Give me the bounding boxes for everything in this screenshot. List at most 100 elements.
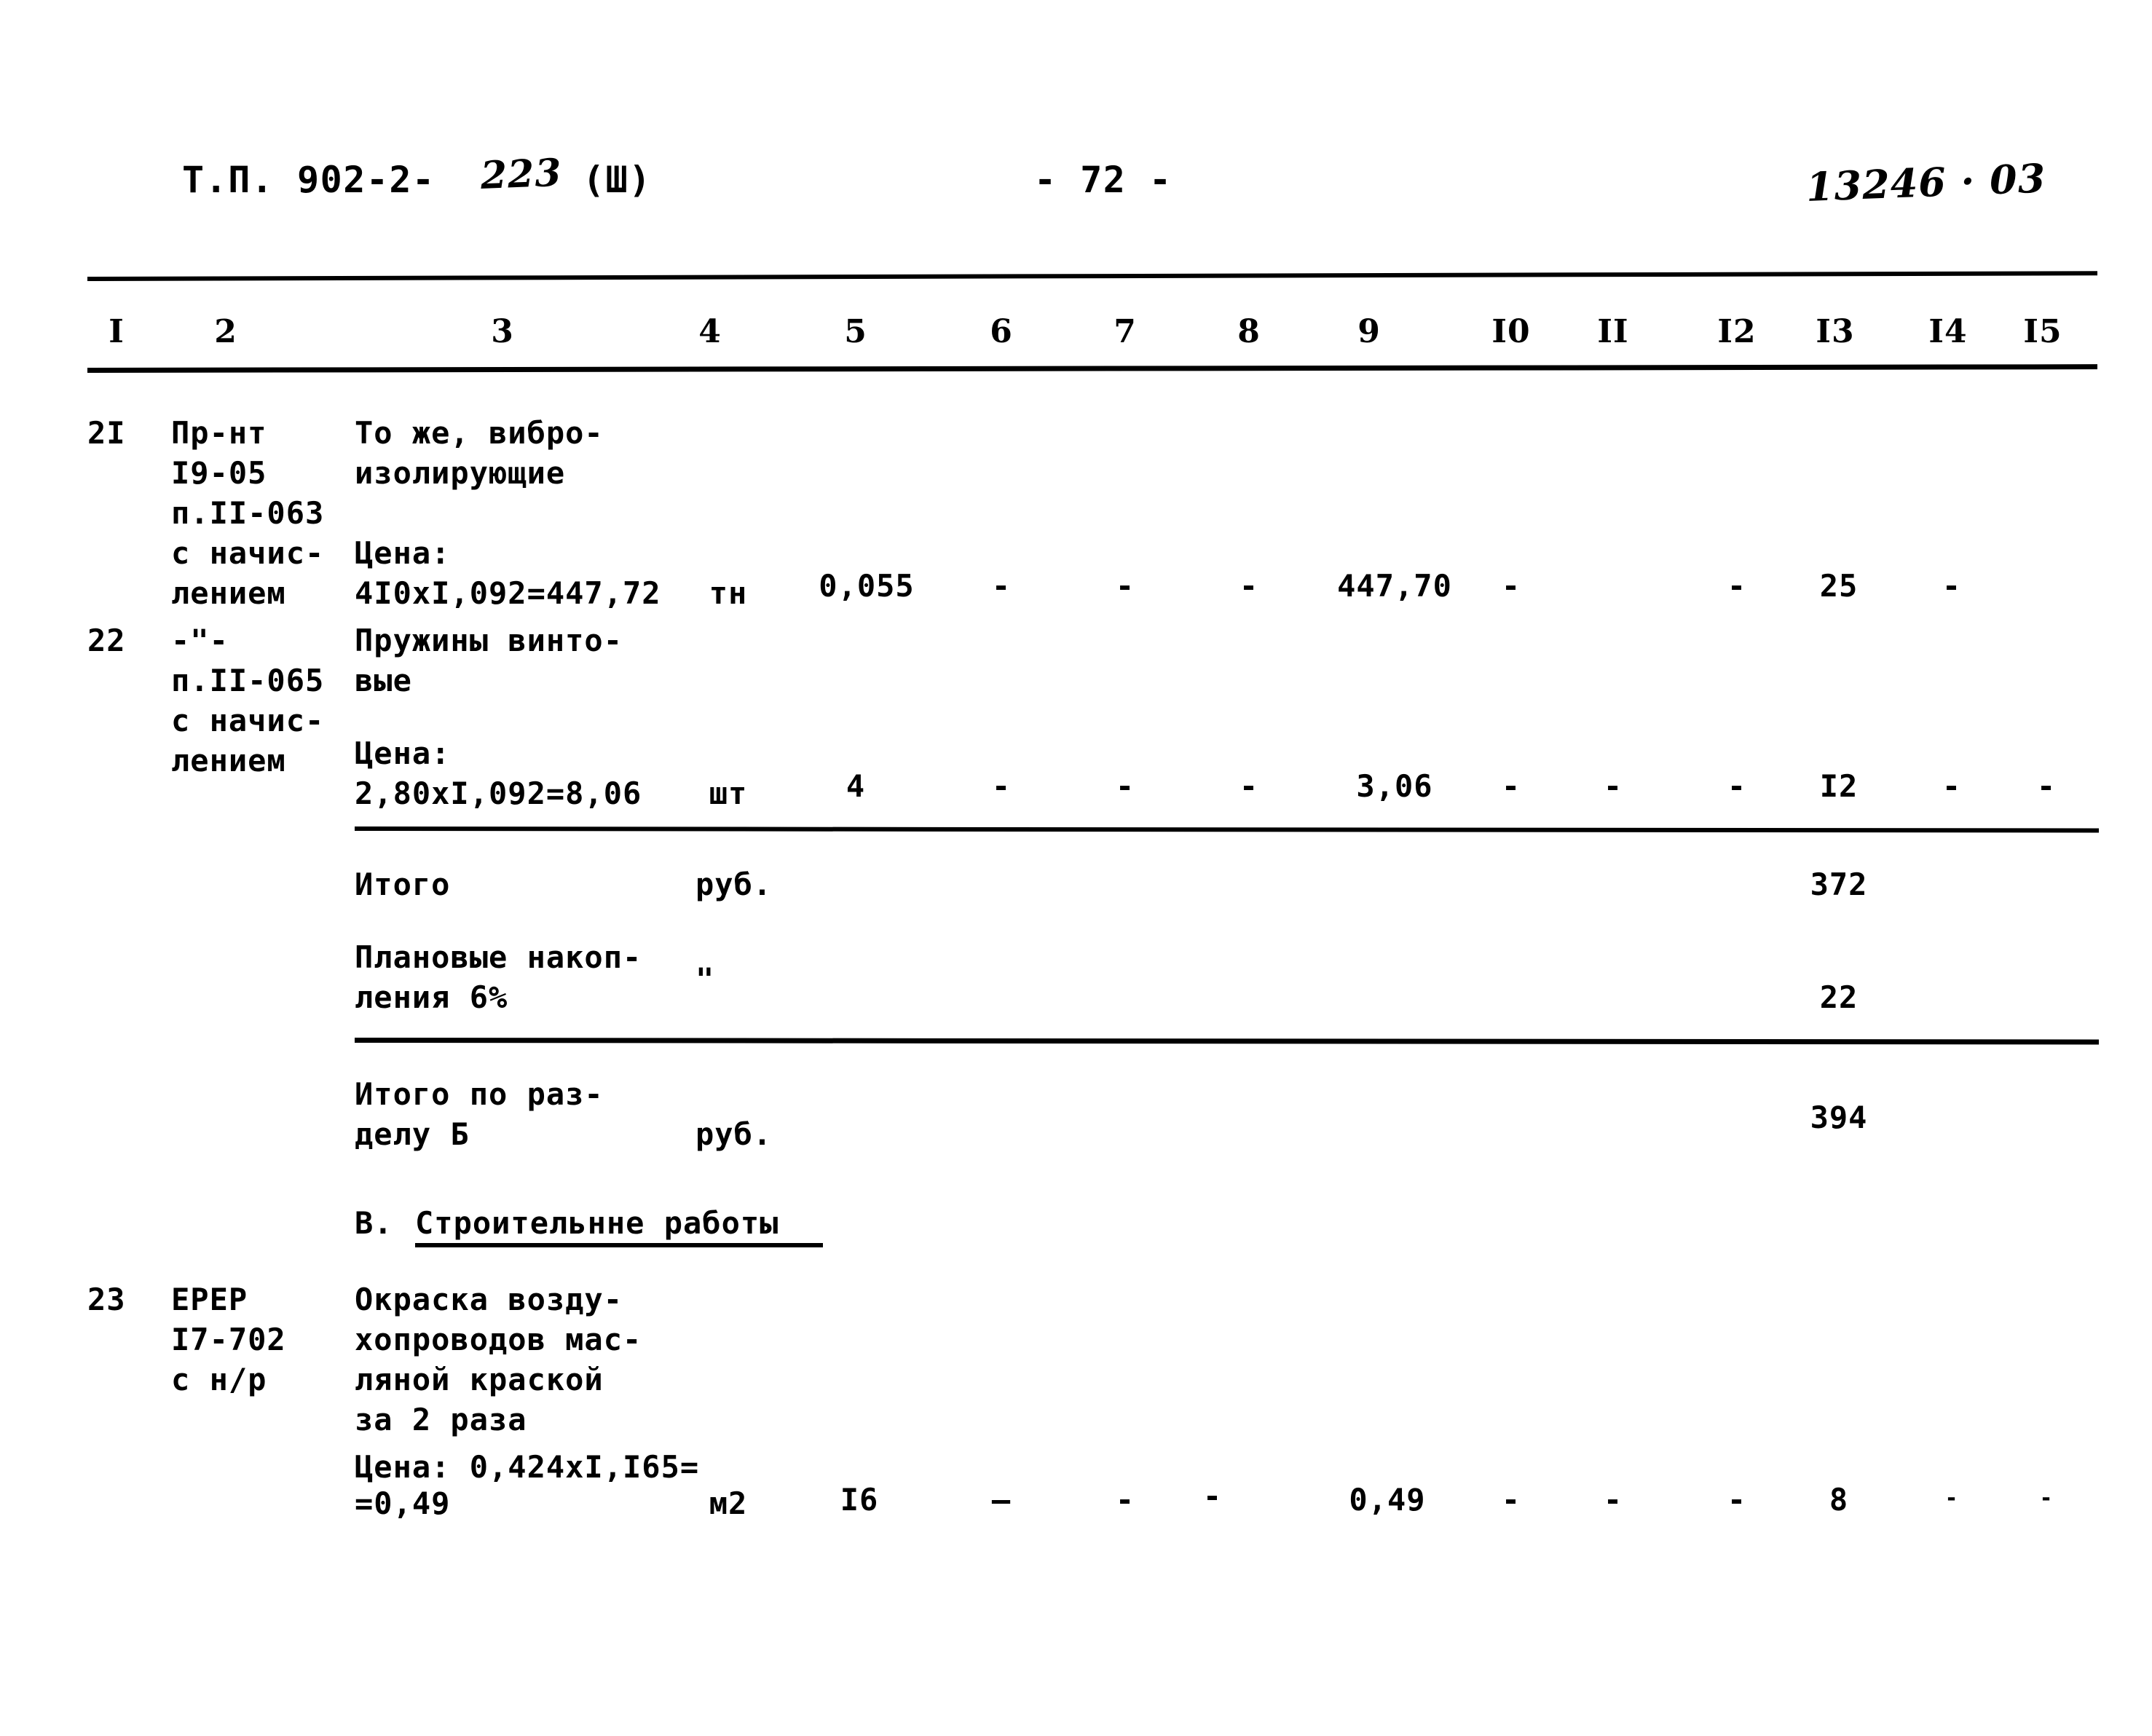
- row-23-desc-line-2: хопроводов мас-: [355, 1322, 642, 1357]
- total-section-b-label-line-1: Итого по раз-: [355, 1076, 604, 1112]
- column-header-6: 6: [990, 313, 1013, 350]
- table-header-rule: [87, 364, 2098, 373]
- row-21-code-line-3: п.II-063: [171, 495, 325, 531]
- row-23-col11: -: [1603, 1482, 1623, 1518]
- column-header-15: I5: [2023, 313, 2062, 350]
- row-23-col12: -: [1727, 1482, 1747, 1518]
- row-22-desc-line-1: Пружины винто-: [355, 623, 623, 658]
- row-23-col7: -: [1115, 1482, 1135, 1518]
- row-23-col10: -: [1501, 1482, 1521, 1518]
- row-21-col14: -: [1942, 568, 1962, 604]
- column-header-11: II: [1597, 313, 1629, 350]
- row-23-price-line-2: =0,49: [355, 1486, 451, 1521]
- column-header-7: 7: [1114, 313, 1137, 350]
- column-header-12: I2: [1717, 313, 1757, 350]
- row-21-desc-line-2: изолирующие: [355, 455, 566, 491]
- row-21-desc-line-1: То же, вибро-: [355, 415, 604, 451]
- page-number: - 72 -: [1034, 159, 1172, 201]
- row-22-col9: 3,06: [1356, 768, 1433, 804]
- total-itogo-value: 372: [1810, 867, 1868, 902]
- row-22-code-line-2: п.II-065: [171, 663, 325, 698]
- row-22-col14: -: [1942, 768, 1962, 804]
- section-heading-title: Строительнне работы: [415, 1205, 779, 1241]
- row-23-desc-line-4: за 2 раза: [355, 1402, 527, 1437]
- row-22-col11: -: [1603, 768, 1623, 804]
- total-itogo-label: Итого: [355, 867, 451, 902]
- row-21-col5: 0,055: [819, 568, 915, 604]
- row-21-code-line-4: с начис-: [171, 535, 325, 571]
- archive-stamp: 13246 · 03: [1805, 154, 2047, 210]
- row-21-col12: -: [1727, 568, 1747, 604]
- document-code: Т.П. 902-2-: [182, 159, 435, 201]
- row-21-col10: -: [1501, 568, 1521, 604]
- row-21-price-calc: 4I0xI,092=447,72: [355, 575, 661, 611]
- row-21-col13: 25: [1819, 568, 1859, 604]
- section-b-total-rule: [354, 1038, 2100, 1045]
- row-23-desc-line-3: ляной краской: [355, 1362, 604, 1397]
- document-page: Т.П. 902-2- 223 (Ш) - 72 - 13246 · 03 I …: [0, 0, 2152, 1736]
- row-23-code-line-2: I7-702: [171, 1322, 286, 1357]
- row-23-col14: -: [1944, 1486, 1959, 1511]
- row-22-col13: I2: [1819, 768, 1859, 804]
- row-23-col8: -: [1202, 1478, 1223, 1514]
- column-header-9: 9: [1357, 313, 1381, 350]
- total-planned-savings-value: 22: [1819, 979, 1859, 1015]
- totals-top-rule: [354, 826, 2100, 833]
- column-header-14: I4: [1928, 313, 1968, 350]
- column-header-3: 3: [491, 313, 514, 350]
- row-23-code-line-3: с н/р: [171, 1362, 267, 1397]
- row-22-col12: -: [1727, 768, 1747, 804]
- row-23-col6: —: [991, 1482, 1012, 1518]
- row-22-price-calc: 2,80xI,092=8,06: [355, 776, 642, 811]
- row-22-code-line-1: -"-: [171, 623, 229, 658]
- row-21-col7: -: [1115, 568, 1135, 604]
- document-code-handwritten: 223: [479, 150, 563, 198]
- row-23-desc-line-1: Окраска возду-: [355, 1282, 623, 1317]
- row-23-unit: м2: [709, 1486, 748, 1521]
- row-22-col15: -: [2036, 768, 2057, 804]
- column-header-4: 4: [698, 313, 722, 350]
- total-section-b-value: 394: [1810, 1100, 1868, 1135]
- row-22-col6: -: [991, 768, 1012, 804]
- total-section-b-unit: руб.: [695, 1116, 773, 1152]
- row-23-col9: 0,49: [1349, 1482, 1426, 1518]
- section-heading-prefix: В.: [355, 1205, 393, 1241]
- table-top-rule: [87, 271, 2097, 281]
- row-23-price-line-1: Цена: 0,424xI,I65=: [355, 1449, 700, 1485]
- row-21-number: 2I: [87, 415, 126, 451]
- row-22-desc-line-2: вые: [355, 663, 412, 698]
- row-22-number: 22: [87, 623, 126, 658]
- column-header-5: 5: [844, 313, 867, 350]
- row-21-col6: -: [991, 568, 1012, 604]
- row-21-code-line-5: лением: [171, 575, 286, 611]
- row-22-col5: 4: [846, 768, 866, 804]
- row-23-col13: 8: [1829, 1482, 1849, 1518]
- column-header-8: 8: [1237, 313, 1261, 350]
- row-21-col8: -: [1239, 568, 1259, 604]
- row-22-col8: -: [1239, 768, 1259, 804]
- row-23-col5: I6: [840, 1482, 879, 1518]
- total-itogo-unit: руб.: [695, 867, 773, 902]
- row-21-col9: 447,70: [1337, 568, 1452, 604]
- row-21-code-line-1: Пр-нт: [171, 415, 267, 451]
- row-22-code-line-4: лением: [171, 743, 286, 778]
- row-21-unit: тн: [709, 575, 748, 611]
- document-volume: (Ш): [583, 159, 652, 201]
- column-header-2: 2: [214, 313, 237, 350]
- row-22-code-line-3: с начис-: [171, 703, 325, 738]
- column-header-10: I0: [1491, 313, 1531, 350]
- total-planned-savings-label-line-2: ления 6%: [355, 979, 508, 1015]
- row-23-col15: -: [2039, 1486, 2054, 1511]
- row-23-code-line-1: ЕРЕР: [171, 1282, 248, 1317]
- column-header-1: I: [109, 313, 125, 350]
- section-heading-underline: [415, 1243, 823, 1247]
- row-21-price-label: Цена:: [355, 535, 451, 571]
- row-21-code-line-2: I9-05: [171, 455, 267, 491]
- row-23-number: 23: [87, 1282, 126, 1317]
- row-22-col10: -: [1501, 768, 1521, 804]
- row-22-col7: -: [1115, 768, 1135, 804]
- total-planned-savings-label-line-1: Плановые накоп-: [355, 939, 642, 975]
- total-planned-savings-unit-ditto: ": [695, 961, 715, 997]
- total-section-b-label-line-2: делу Б: [355, 1116, 470, 1152]
- column-header-13: I3: [1816, 313, 1855, 350]
